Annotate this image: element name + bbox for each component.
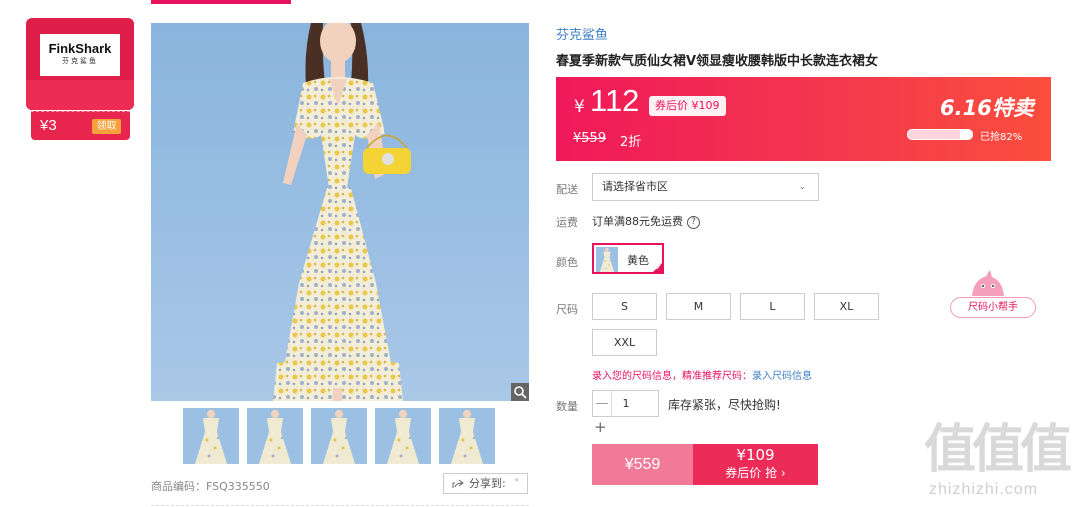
help-icon[interactable]: ? [687,215,700,229]
share-button[interactable]: 分享到: ˅ [443,473,528,494]
size-helper[interactable]: 尺码小帮手 [950,270,1038,320]
watermark-logo: 值值值 [924,420,1072,480]
shark-mascot-icon [972,270,1004,296]
store-coupon: ¥3 领取 [31,111,130,140]
active-tab-indicator [151,0,291,4]
sold-progress-bar [907,129,973,140]
quantity-stepper: — 1 [592,390,659,417]
size-option-m[interactable]: M [666,293,731,320]
coupon-price-tag: 券后价 ¥109 [649,96,726,116]
main-product-image[interactable] [151,23,529,401]
chevron-down-icon: ⌄ [798,182,806,192]
store-logo-subtitle: 芬克鲨鱼 [62,57,98,65]
currency-symbol: ¥ [574,97,585,117]
watermark-text: zhizhizhi.com [929,481,1039,498]
color-option-yellow[interactable]: 黄色 ✓ [592,243,664,274]
coupon-value: ¥3 [40,117,57,134]
sold-percent-text: 已抢82% [980,132,1023,143]
chevron-down-icon: ˅ [514,477,520,490]
color-option-label: 黄色 [627,254,649,267]
check-icon: ✓ [655,263,662,272]
color-swatch-thumbnail [596,247,618,272]
quantity-input[interactable]: 1 [612,391,640,416]
store-logo[interactable]: FinkShark 芬克鲨鱼 [40,34,120,76]
share-icon [452,479,464,488]
price-panel: ¥ 112 券后价 ¥109 ¥559 2折 6.16特卖 已抢82% [556,77,1051,161]
store-logo-name: FinkShark [48,41,112,56]
promo-event-label: 6.16特卖 [940,96,1034,120]
increase-quantity-button[interactable]: + [594,418,607,436]
size-label: 尺码 [556,303,578,316]
thumbnail[interactable] [183,408,239,464]
buy-coupon-label: 券后价 抢 › [725,466,786,480]
current-price: 112 [590,83,640,118]
zoom-icon[interactable] [511,383,529,401]
thumbnail[interactable] [247,408,303,464]
size-option-l[interactable]: L [740,293,805,320]
size-helper-label: 尺码小帮手 [950,297,1036,318]
claim-coupon-button[interactable]: 领取 [92,119,121,134]
color-label: 颜色 [556,256,578,269]
share-label: 分享到: [469,477,506,490]
delivery-label: 配送 [556,183,578,196]
sold-progress-fill [908,130,961,139]
thumbnail[interactable] [375,408,431,464]
shipping-label: 运费 [556,216,578,229]
decrease-quantity-button[interactable]: — [593,391,612,416]
size-option-xl[interactable]: XL [814,293,879,320]
shipping-info: 订单满88元免运费? [592,213,700,229]
shipping-text: 订单满88元免运费 [592,215,683,228]
stock-notice: 库存紧张，尽快抢购! [668,398,781,412]
buy-with-coupon-button[interactable]: ¥109 券后价 抢 › [693,444,818,485]
size-tip-text: 录入您的尺码信息，精准推荐尺码： [592,371,752,382]
buy-original-price-button[interactable]: ¥559 [592,444,693,485]
thumbnail[interactable] [439,408,495,464]
original-price: ¥559 [573,131,607,146]
product-title: 春夏季新款气质仙女裙V领显瘦收腰韩版中长款连衣裙女 [556,54,879,69]
product-sku: 商品编码：FSQ335550 [151,480,270,493]
region-select[interactable]: 请选择省市区 ⌄ [592,173,819,201]
quantity-label: 数量 [556,400,578,413]
size-tip: 录入您的尺码信息，精准推荐尺码：录入尺码信息 [592,367,812,382]
buy-coupon-price: ¥109 [736,446,775,464]
size-option-s[interactable]: S [592,293,657,320]
enter-size-link[interactable]: 录入尺码信息 [752,371,812,382]
store-card[interactable]: FinkShark 芬克鲨鱼 [26,18,134,110]
discount-rate: 2折 [620,135,642,150]
region-select-value: 请选择省市区 [602,180,668,193]
brand-link[interactable]: 芬克鲨鱼 [556,24,608,43]
dress-model-illustration [273,23,411,401]
size-option-xxl[interactable]: XXL [592,329,657,356]
thumbnail[interactable] [311,408,367,464]
